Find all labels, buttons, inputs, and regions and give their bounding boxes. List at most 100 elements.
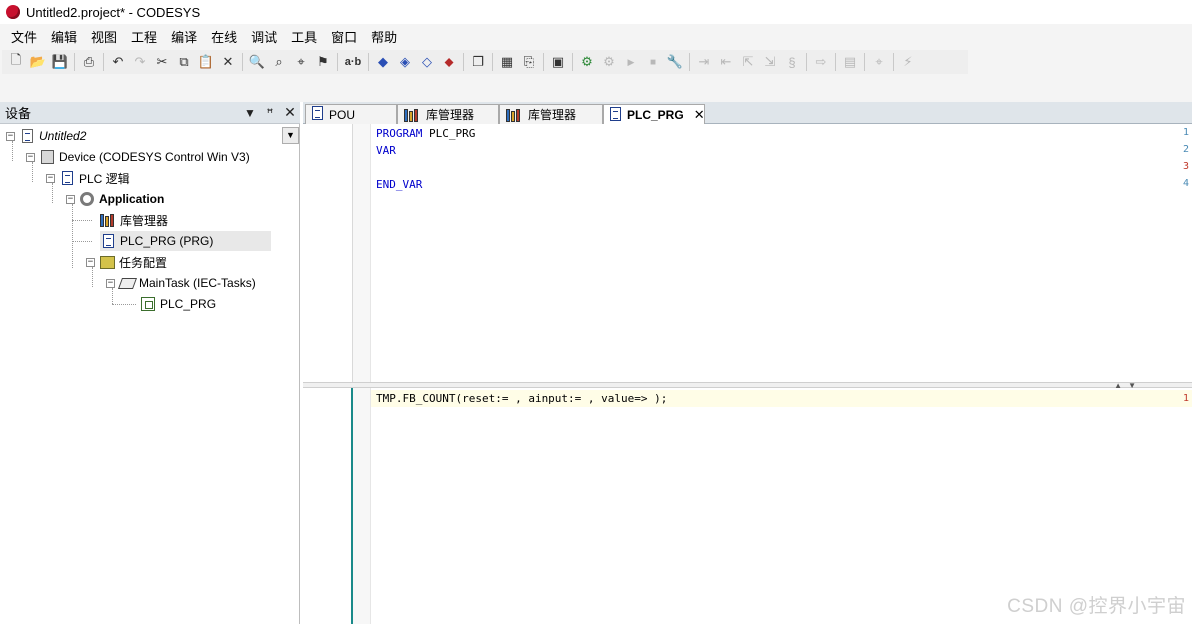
bookmark-icon[interactable]: ⚑ xyxy=(313,52,333,72)
collapse-icon[interactable]: − xyxy=(26,152,35,162)
redo-icon[interactable]: ↷ xyxy=(130,52,150,72)
tab-pou[interactable]: POU xyxy=(305,104,397,124)
reset-icon[interactable]: 🔧 xyxy=(665,52,685,72)
undo-icon[interactable]: ↶ xyxy=(108,52,128,72)
breakpoint-remove-icon[interactable]: ⬥ xyxy=(439,52,459,72)
tree-node-label: PLC 逻辑 xyxy=(79,171,130,186)
find-replace-icon[interactable]: ⌖ xyxy=(291,52,311,72)
line-number: 1 xyxy=(1182,393,1189,404)
menu-edit[interactable]: 编辑 xyxy=(44,27,84,46)
pane-dropdown-icon[interactable]: ▼ xyxy=(240,106,260,120)
copy-icon[interactable]: ⧉ xyxy=(174,52,194,72)
declaration-editor[interactable]: 1 2 3 4 PROGRAM PLC_PRG VAR END_VAR xyxy=(303,124,1192,382)
step-out-icon[interactable]: ⇱ xyxy=(738,52,758,72)
menu-file[interactable]: 文件 xyxy=(4,27,44,46)
tree-connector xyxy=(72,241,92,242)
tree-node-plc-prg[interactable]: PLC_PRG (PRG) xyxy=(100,231,271,251)
delete-icon[interactable]: ✕ xyxy=(218,52,238,72)
grid-icon[interactable]: ▦ xyxy=(497,52,517,72)
implementation-editor[interactable]: 1 TMP.FB_COUNT(reset:= , ainput:= , valu… xyxy=(303,388,1192,624)
file-export-icon[interactable]: ⎘ xyxy=(519,52,539,72)
collapse-icon[interactable]: − xyxy=(46,173,55,183)
set-next-icon[interactable]: ⇲ xyxy=(760,52,780,72)
stop-icon[interactable]: ■ xyxy=(643,52,663,72)
save-icon[interactable]: 💾 xyxy=(50,52,70,72)
tree-dropdown-button[interactable]: ▼ xyxy=(282,127,299,144)
tab-library-manager-2[interactable]: 库管理器 xyxy=(499,104,603,124)
build-icon[interactable]: ▣ xyxy=(548,52,568,72)
code-line: TMP.FB_COUNT(reset:= , ainput:= , value=… xyxy=(376,392,668,405)
editor-tab-bar: POU 库管理器 库管理器 PLC_PRG ✕ xyxy=(303,102,1192,125)
menu-online[interactable]: 在线 xyxy=(204,27,244,46)
login-icon[interactable]: ⚙ xyxy=(577,52,597,72)
menu-debug[interactable]: 调试 xyxy=(244,27,284,46)
menu-project[interactable]: 工程 xyxy=(124,27,164,46)
run-icon[interactable]: ▶ xyxy=(621,52,641,72)
task-config-icon xyxy=(99,254,115,270)
menu-view[interactable]: 视图 xyxy=(84,27,124,46)
line-number-gutter xyxy=(303,388,353,624)
fold-margin xyxy=(353,124,371,382)
program-call-icon xyxy=(140,296,156,312)
code-line: PROGRAM PLC_PRG xyxy=(376,127,475,140)
tree-node-device[interactable]: − Device (CODESYS Control Win V3) xyxy=(26,147,250,167)
write-values-icon[interactable]: ⇨ xyxy=(811,52,831,72)
toolbar-strip: 🗋 📂 💾 ⎙ ↶ ↷ ✂ ⧉ 📋 ✕ 🔍 ⌕ ⌖ ⚑ a·b ◆ ◈ ◇ ⬥ … xyxy=(2,50,968,74)
tree-node-maintask[interactable]: − MainTask (IEC-Tasks) xyxy=(106,273,256,293)
tab-plc-prg[interactable]: PLC_PRG ✕ xyxy=(603,104,705,125)
breakpoint-toggle-icon[interactable]: ◇ xyxy=(417,52,437,72)
menu-tools[interactable]: 工具 xyxy=(284,27,324,46)
step-into-icon[interactable]: ⇤ xyxy=(716,52,736,72)
tab-library-manager-1[interactable]: 库管理器 xyxy=(397,104,499,124)
toolbar-separator xyxy=(543,53,544,71)
tree-connector xyxy=(112,304,136,305)
collapse-icon[interactable]: − xyxy=(66,194,75,204)
force-values-icon[interactable]: ▤ xyxy=(840,52,860,72)
tree-node-program-call[interactable]: PLC_PRG xyxy=(140,294,216,314)
open-folder-icon[interactable]: 📂 xyxy=(28,52,48,72)
find-next-icon[interactable]: ⌕ xyxy=(269,52,289,72)
tree-node-plc-logic[interactable]: − PLC 逻辑 xyxy=(46,168,130,188)
collapse-icon[interactable]: − xyxy=(6,131,15,141)
tree-node-label: PLC_PRG xyxy=(160,297,217,311)
keyword-program: PROGRAM xyxy=(376,127,423,140)
breakpoint-icon[interactable]: ◆ xyxy=(373,52,393,72)
toolbar-separator xyxy=(689,53,690,71)
tree-node-application[interactable]: − Application xyxy=(66,189,164,209)
collapse-icon[interactable]: − xyxy=(106,278,115,288)
unforce-icon[interactable]: ⌖ xyxy=(869,52,889,72)
tree-node-project[interactable]: − Untitled2 xyxy=(6,126,86,146)
pou-document-icon xyxy=(312,106,323,123)
paste-icon[interactable]: 📋 xyxy=(196,52,216,72)
find-icon[interactable]: 🔍 xyxy=(247,52,267,72)
watch-icon[interactable]: § xyxy=(782,52,802,72)
breakpoint-add-icon[interactable]: ◈ xyxy=(395,52,415,72)
menu-window[interactable]: 窗口 xyxy=(324,27,364,46)
project-icon xyxy=(19,128,35,144)
tree-node-label: 任务配置 xyxy=(119,255,168,270)
flow-control-icon[interactable]: ⚡ xyxy=(898,52,918,72)
pou-document-icon xyxy=(610,106,621,124)
tree-node-label: 库管理器 xyxy=(120,213,169,228)
program-name: PLC_PRG xyxy=(428,127,476,140)
tree-node-task-config[interactable]: − 任务配置 xyxy=(86,252,167,272)
toolbar-separator xyxy=(864,53,865,71)
windows-icon[interactable]: ❐ xyxy=(468,52,488,72)
pin-icon[interactable]: ꟸ xyxy=(260,106,280,120)
logout-icon[interactable]: ⚙ xyxy=(599,52,619,72)
close-tab-icon[interactable]: ✕ xyxy=(694,107,705,123)
menu-build[interactable]: 编译 xyxy=(164,27,204,46)
cut-icon[interactable]: ✂ xyxy=(152,52,172,72)
tree-node-library-manager[interactable]: 库管理器 xyxy=(100,210,168,230)
collapse-icon[interactable]: − xyxy=(86,257,95,267)
new-file-icon[interactable]: 🗋 xyxy=(6,52,26,72)
close-icon[interactable]: ✕ xyxy=(280,104,300,121)
print-icon[interactable]: ⎙ xyxy=(79,52,99,72)
editor-area: POU 库管理器 库管理器 PLC_PRG ✕ 1 2 3 4 PROGRAM … xyxy=(303,102,1192,624)
line-number: 2 xyxy=(1182,144,1189,155)
step-over-icon[interactable]: ⇥ xyxy=(694,52,714,72)
menu-help[interactable]: 帮助 xyxy=(364,27,404,46)
text-ab-icon[interactable]: a·b xyxy=(342,52,364,72)
toolbar-separator xyxy=(806,53,807,71)
title-bar: Untitled2.project* - CODESYS xyxy=(0,0,1192,24)
